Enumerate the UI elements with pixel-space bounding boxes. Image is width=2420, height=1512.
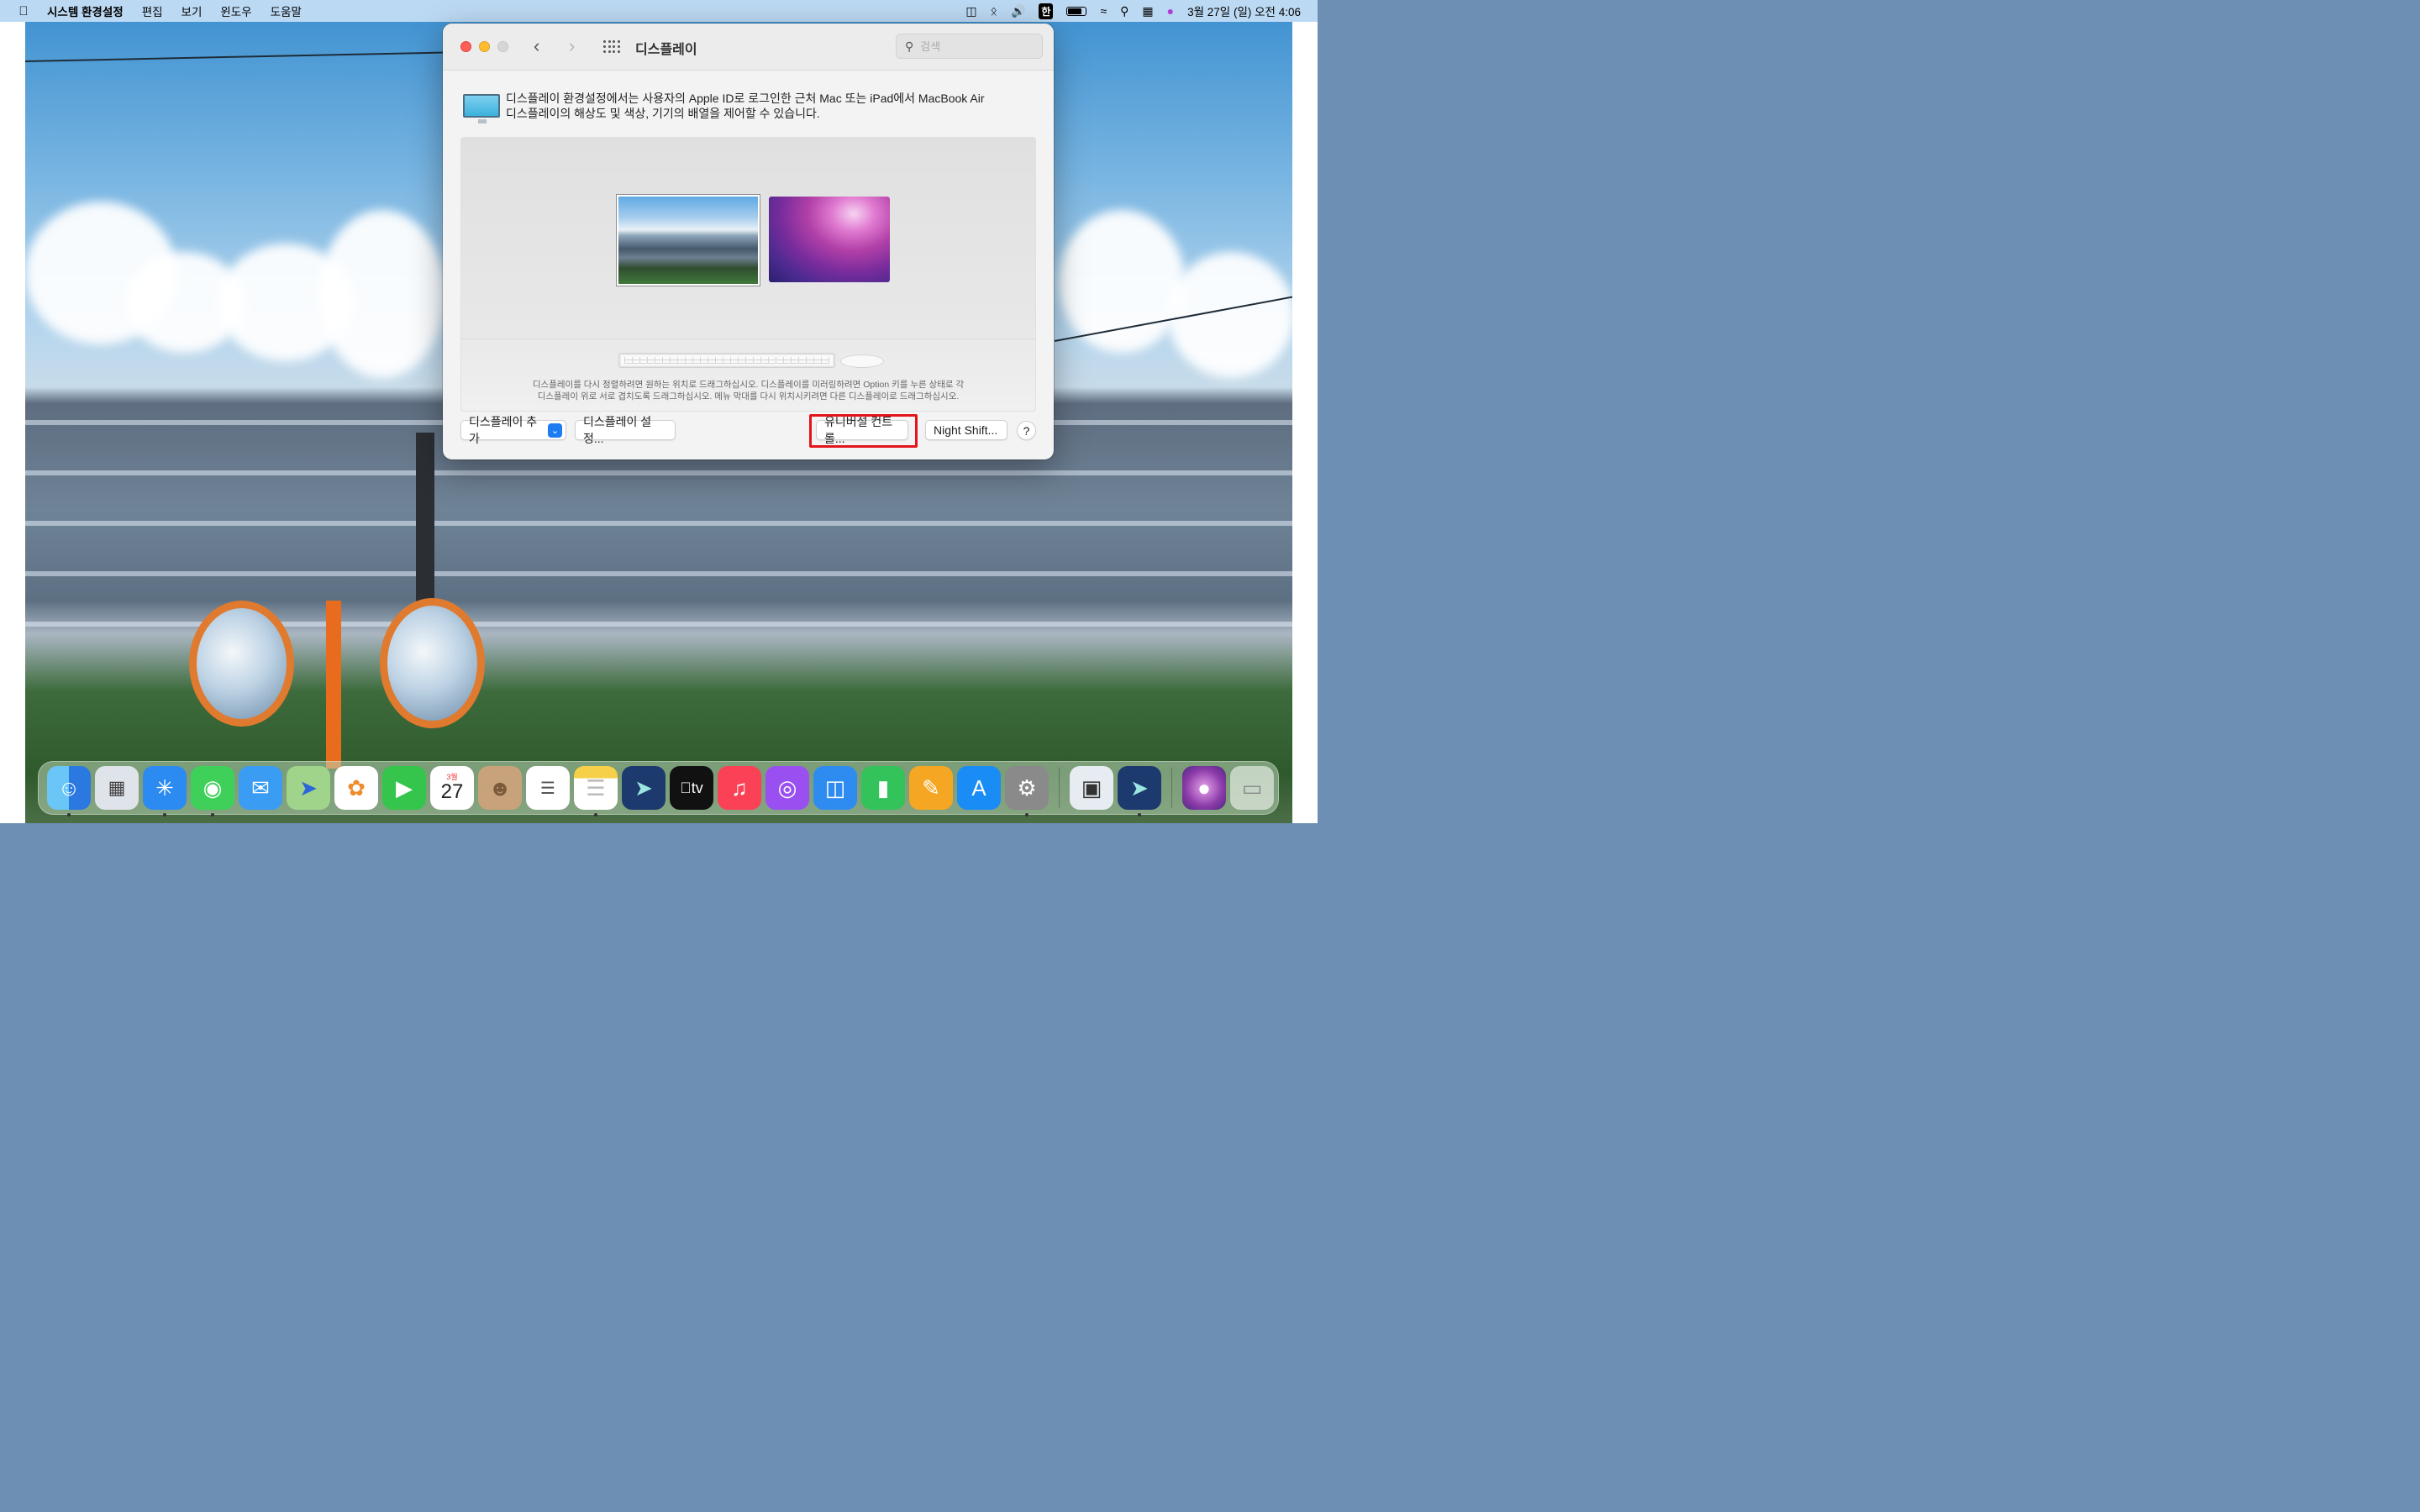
mouse-icon (840, 354, 884, 368)
bluetooth-icon[interactable]: ᛟ (991, 4, 997, 18)
info-line-1: 디스플레이 환경설정에서는 사용자의 Apple ID로 로그인한 근처 Mac… (506, 92, 985, 105)
wallpaper-cloud (1059, 210, 1185, 353)
podcasts-icon[interactable]: ◎ (765, 766, 809, 810)
reminders-icon[interactable]: ☰ (526, 766, 570, 810)
add-display-label: 디스플레이 추가 (469, 415, 538, 445)
wallpaper-cloud (319, 210, 445, 378)
display-settings-button[interactable]: 디스플레이 설정... (575, 415, 676, 445)
running-indicator (1025, 813, 1028, 816)
preview-icon[interactable]: ▣ (1070, 766, 1113, 810)
wallpaper-roof-row (25, 521, 1292, 526)
universal-control-button[interactable]: 유니버설 컨트롤... (816, 415, 908, 445)
zoom-button[interactable] (497, 41, 508, 52)
apple-logo-icon[interactable]:  (0, 4, 47, 18)
menu-bar-clock[interactable]: 3월 27일 (일) 오전 4:06 (1187, 3, 1301, 19)
wallpaper-roof-row (25, 571, 1292, 576)
sidecar-icon[interactable]: ➤ (1118, 766, 1161, 816)
keyboard-icon (618, 353, 835, 368)
calendar-icon[interactable]: 3월 27 (430, 766, 474, 810)
facetime-icon[interactable]: ▶ (382, 766, 426, 810)
messages-icon[interactable]: ◉ (191, 766, 234, 816)
display-icon (463, 94, 500, 123)
minimize-button[interactable] (479, 41, 490, 52)
window-title: 디스플레이 (635, 43, 697, 57)
keynote-icon[interactable]: ◫ (813, 766, 857, 810)
search-input[interactable] (920, 39, 1030, 53)
hint-line-1: 디스플레이를 다시 정렬하려면 원하는 위치로 드래그하십시오. 디스플레이를 … (532, 380, 965, 390)
pages-icon[interactable]: ✎ (909, 766, 953, 810)
arrangement-hint: 디스플레이를 다시 정렬하려면 원하는 위치로 드래그하십시오. 디스플레이를 … (461, 379, 1035, 402)
app-store-icon[interactable]: A (957, 766, 1001, 810)
mail-icon[interactable]: ✉ (239, 766, 282, 810)
menu-window[interactable]: 윈도우 (220, 3, 251, 19)
wifi-icon[interactable]: ≈ (1100, 4, 1107, 18)
chevron-right-icon[interactable]: › (569, 35, 575, 57)
dock: ☺ ▦ ✳ ◉ ✉ ➤ ✿ ▶ 3월 27 ☻ ☰ ☰ ➤ tv ♫ ◎ ◫ … (38, 761, 1279, 816)
display-thumbnail-main[interactable] (617, 195, 760, 286)
launchpad-icon[interactable]: ▦ (95, 766, 139, 810)
calendar-day: 27 (440, 780, 464, 803)
system-preferences-icon[interactable]: ⚙ (1005, 766, 1049, 816)
chevron-down-icon: ⌄ (548, 423, 562, 438)
running-indicator (163, 813, 166, 816)
input-source-icon[interactable]: 한 (1039, 3, 1054, 19)
chevron-left-icon[interactable]: ‹ (534, 35, 539, 57)
arrangement-canvas (461, 138, 1035, 339)
menu-app-name[interactable]: 시스템 환경설정 (47, 3, 124, 19)
display-preferences-window: ‹ › 디스플레이 ⚲ 디스플레이 환경설정에서는 사용자의 Apple ID로… (443, 24, 1054, 459)
running-indicator (1138, 813, 1141, 816)
siri-icon[interactable]: ● (1167, 4, 1174, 18)
maps-icon[interactable]: ➤ (287, 766, 330, 810)
running-indicator (594, 813, 597, 816)
wallpaper-pole (326, 601, 341, 769)
wallpaper-border-left (0, 22, 25, 823)
dock-separator (1059, 768, 1060, 808)
display-arrangement-area: 디스플레이를 다시 정렬하려면 원하는 위치로 드래그하십시오. 디스플레이를 … (460, 137, 1036, 412)
wallpaper-border-right (1292, 22, 1318, 823)
close-button[interactable] (460, 41, 471, 52)
window-titlebar: ‹ › 디스플레이 ⚲ (443, 24, 1054, 71)
add-display-popup-button[interactable]: 디스플레이 추가 ⌄ (460, 415, 566, 445)
spotlight-search-icon[interactable]: ⚲ (1120, 4, 1128, 18)
control-center-icon[interactable]: ▦ (1142, 4, 1153, 18)
menu-help[interactable]: 도움말 (271, 3, 302, 19)
notes-icon[interactable]: ☰ (574, 766, 618, 816)
battery-icon[interactable] (1066, 6, 1087, 16)
menu-bar:  시스템 환경설정 편집 보기 윈도우 도움말 ◫ ᛟ 🔊 한 ≈ ⚲ ▦ ●… (0, 0, 1318, 22)
wallpaper-chimney (416, 433, 434, 609)
volume-icon[interactable]: 🔊 (1011, 4, 1025, 18)
dock-separator (1171, 768, 1172, 808)
wallpaper-mirror (189, 601, 294, 727)
search-field[interactable]: ⚲ (896, 34, 1043, 59)
numbers-icon[interactable]: ▮ (861, 766, 905, 810)
search-icon: ⚲ (905, 39, 914, 53)
music-icon[interactable]: ♫ (718, 766, 761, 810)
running-indicator (211, 813, 214, 816)
wallpaper-roof-row (25, 470, 1292, 475)
display-thumbnail-secondary[interactable] (769, 197, 890, 282)
help-button[interactable]: ? (1017, 421, 1036, 440)
photos-icon[interactable]: ✿ (334, 766, 378, 810)
safari-icon[interactable]: ✳ (143, 766, 187, 816)
running-indicator (67, 813, 71, 816)
finder-icon[interactable]: ☺ (47, 766, 91, 816)
monterey-folder-icon[interactable]: ● (1182, 766, 1226, 810)
trash-icon[interactable]: ▭ (1230, 766, 1274, 810)
wallpaper-wire (24, 51, 445, 62)
night-shift-button[interactable]: Night Shift... (925, 420, 1007, 440)
menu-bar-status-area: ◫ ᛟ 🔊 한 ≈ ⚲ ▦ ● 3월 27일 (일) 오전 4:06 (965, 0, 1301, 22)
show-all-grid-icon[interactable] (603, 40, 620, 54)
menu-edit[interactable]: 편집 (142, 3, 163, 19)
hint-line-2: 디스플레이 위로 서로 겹치도록 드래그하십시오. 메뉴 막대를 다시 위치시키… (537, 391, 960, 402)
contacts-icon[interactable]: ☻ (478, 766, 522, 810)
menu-view[interactable]: 보기 (182, 3, 203, 19)
display-mirroring-icon[interactable]: ◫ (965, 4, 976, 18)
info-description: 디스플레이 환경설정에서는 사용자의 Apple ID로 로그인한 근처 Mac… (506, 91, 1027, 121)
info-line-2: 디스플레이의 해상도 및 색상, 기기의 배열을 제어할 수 있습니다. (506, 107, 820, 120)
apple-tv-icon[interactable]: tv (670, 766, 713, 810)
wallpaper-mirror (380, 598, 485, 728)
sidecar-icon[interactable]: ➤ (622, 766, 666, 810)
